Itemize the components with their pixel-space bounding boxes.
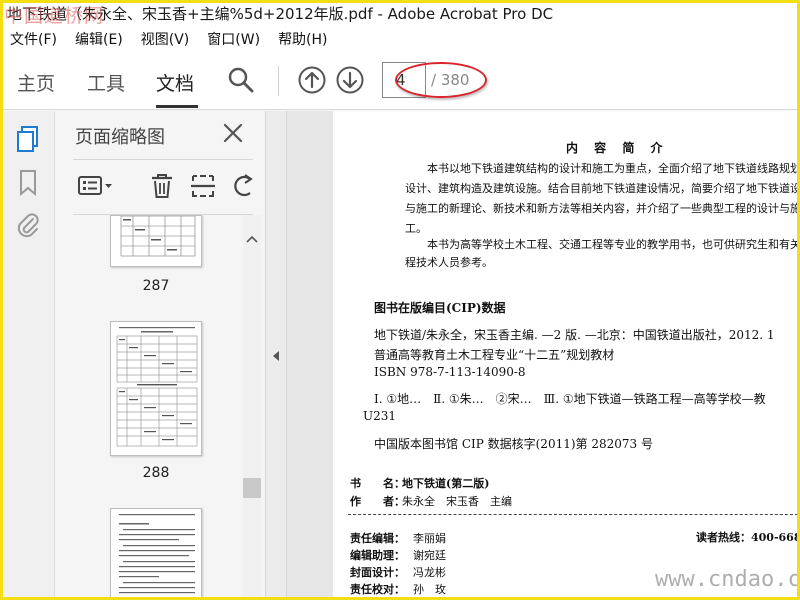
cip-line: 地下铁道/朱永全，宋玉香主编. —2 版. —北京：中国铁道出版社，2012. … — [374, 328, 775, 342]
author: 朱永全 宋玉香 主编 — [402, 495, 512, 508]
page-thumbnail[interactable] — [110, 215, 202, 267]
document-page: 内 容 简 介 本书以地下铁道建筑结构的设计和施工为重点，全面介绍了地下铁道线路… — [333, 111, 797, 597]
page-thumbnail[interactable] — [110, 508, 202, 600]
page-thumbnail[interactable] — [110, 321, 202, 456]
thumbnail-page-label: 287 — [142, 278, 170, 294]
window-titlebar: 地下铁道（朱永全、宋玉香+主编%5d+2012年版.pdf - Adobe Ac… — [3, 0, 797, 26]
attachment-icon[interactable] — [15, 211, 41, 243]
watermark-top-left: 中国道桥网 — [4, 5, 105, 27]
cip-line: U231 — [363, 409, 397, 423]
extract-pages-icon[interactable] — [190, 172, 216, 204]
tab-home[interactable]: 主页 — [17, 69, 55, 96]
scroll-up-icon[interactable] — [246, 228, 258, 247]
doc-divider — [348, 514, 797, 515]
menu-file[interactable]: 文件(F) — [3, 29, 66, 49]
menu-help[interactable]: 帮助(H) — [269, 29, 336, 49]
cip-line: ISBN 978-7-113-14090-8 — [374, 365, 526, 379]
menu-bar: 文件(F) 编辑(E) 视图(V) 窗口(W) 帮助(H) — [3, 26, 797, 52]
previous-page-icon[interactable] — [297, 65, 327, 99]
panel-divider — [73, 159, 253, 160]
doc-intro-line: 设计、建筑构造及建筑设施。结合目前地下铁道建设情况，简要介绍了地下铁道设计 — [405, 182, 797, 195]
doc-intro-line: 与施工的新理论、新技术和新方法等相关内容，并介绍了一些典型工程的设计与施 — [405, 202, 797, 215]
cip-line: 普通高等教育土木工程专业“十二五”规划教材 — [374, 348, 615, 362]
search-icon[interactable] — [227, 66, 255, 98]
book-name-label: 书 名： — [350, 477, 405, 490]
credit-label: 责任编辑： — [350, 532, 405, 545]
next-page-icon[interactable] — [335, 65, 365, 99]
reader-hotline: 读者热线：400-668-08 — [696, 531, 797, 544]
panel-title: 页面缩略图 — [75, 127, 165, 148]
doc-intro-line: 工。 — [405, 222, 427, 235]
menu-view[interactable]: 视图(V) — [132, 29, 199, 49]
panel-splitter[interactable] — [265, 111, 287, 597]
thumbnail-options-icon[interactable] — [77, 173, 115, 203]
navigation-rail — [3, 111, 55, 597]
menu-edit[interactable]: 编辑(E) — [66, 29, 132, 49]
credit-value: 李丽娟 — [413, 532, 446, 545]
scrollbar-thumb[interactable] — [243, 478, 261, 498]
tab-tools[interactable]: 工具 — [87, 69, 125, 96]
collapse-panel-icon[interactable] — [272, 347, 280, 366]
cip-line: 中国版本图书馆 CIP 数据核字(2011)第 282073 号 — [374, 437, 653, 451]
document-viewport[interactable]: 内 容 简 介 本书以地下铁道建筑结构的设计和施工为重点，全面介绍了地下铁道线路… — [287, 111, 797, 597]
author-label: 作 者： — [350, 495, 405, 508]
book-name: 地下铁道(第二版) — [402, 477, 490, 490]
credit-label: 封面设计： — [350, 566, 405, 579]
delete-icon[interactable] — [149, 172, 175, 204]
credit-label: 编辑助理： — [350, 549, 405, 562]
menu-window[interactable]: 窗口(W) — [198, 29, 269, 49]
credit-value: 谢宛廷 — [413, 549, 446, 562]
thumbnail-page-label: 288 — [142, 465, 170, 481]
page-thumbnails-icon[interactable] — [15, 125, 41, 157]
bookmark-icon[interactable] — [18, 169, 38, 201]
thumbnail-scrollbar[interactable] — [243, 215, 261, 597]
cip-line: Ⅰ. ①地… Ⅱ. ①朱… ②宋… Ⅲ. ①地下铁道—铁路工程—高等学校—教 — [374, 392, 766, 406]
credit-value: 孙 玫 — [413, 583, 446, 596]
tab-document[interactable]: 文档 — [156, 69, 194, 96]
doc-intro-line: 本书以地下铁道建筑结构的设计和施工为重点，全面介绍了地下铁道线路规划、 — [427, 162, 797, 175]
toolbar-separator — [278, 66, 279, 96]
annotation-red-ellipse — [395, 62, 487, 98]
page-thumbnails-panel: 页面缩略图 287 288 — [55, 111, 265, 600]
close-icon[interactable] — [222, 122, 244, 148]
credit-label: 责任校对： — [350, 583, 405, 596]
doc-audience-line: 本书为高等学校土木工程、交通工程等专业的教学用书，也可供研究生和有关工 — [427, 238, 797, 251]
credit-value: 冯龙彬 — [413, 566, 446, 579]
active-tab-indicator — [156, 105, 198, 108]
doc-audience-line: 程技术人员参考。 — [405, 256, 493, 269]
cip-title: 图书在版编目(CIP)数据 — [374, 301, 506, 315]
watermark-bottom-right: www.cndao.com — [655, 567, 800, 592]
doc-heading: 内 容 简 介 — [566, 141, 669, 155]
rotate-icon[interactable] — [230, 173, 256, 203]
